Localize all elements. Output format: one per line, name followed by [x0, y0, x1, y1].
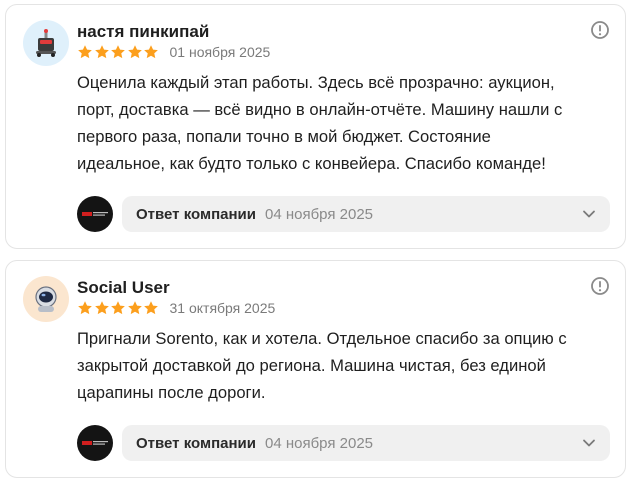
star-icon [144, 45, 158, 59]
company-answer-toggle[interactable]: Ответ компании 04 ноября 2025 [122, 196, 610, 232]
star-icon [127, 301, 142, 315]
chevron-down-icon [583, 439, 595, 447]
answer-date: 04 ноября 2025 [264, 205, 374, 223]
review-author[interactable]: настя пинкипай [77, 22, 209, 42]
star-icon [78, 45, 92, 59]
answer-date: 04 ноября 2025 [264, 434, 374, 452]
company-answer-toggle[interactable]: Ответ компании 04 ноября 2025 [122, 425, 610, 461]
report-icon[interactable] [590, 276, 610, 296]
robot-avatar-icon[interactable] [23, 20, 69, 66]
report-icon[interactable] [590, 20, 610, 40]
review-card: Social User 31 октября 2025 Пригнали Sor… [5, 260, 626, 478]
review-date: 01 ноября 2025 [169, 44, 271, 60]
company-logo-icon [77, 196, 113, 232]
review-text: Пригнали Sorento, как и хотела. Отдельно… [77, 329, 567, 402]
review-date: 31 октября 2025 [169, 300, 276, 316]
company-logo-icon [77, 425, 113, 461]
answer-label: Ответ компании [136, 205, 256, 223]
rating-row: 31 октября 2025 [77, 299, 275, 317]
star-icon [127, 45, 142, 59]
star-icon [94, 45, 109, 59]
star-icon [111, 301, 125, 315]
star-rating [77, 44, 160, 60]
review-card: настя пинкипай 01 ноября 2025 Оценила ка… [5, 4, 626, 249]
answer-label: Ответ компании [136, 434, 256, 452]
star-rating [77, 300, 160, 316]
review-author[interactable]: Social User [77, 278, 170, 298]
star-icon [94, 301, 109, 315]
star-icon [78, 301, 92, 315]
star-icon [144, 301, 158, 315]
review-text: Оценила каждый этап работы. Здесь всё пр… [77, 73, 563, 173]
rating-row: 01 ноября 2025 [77, 43, 270, 61]
astronaut-avatar-icon[interactable] [23, 276, 69, 322]
star-icon [111, 45, 125, 59]
chevron-down-icon [583, 210, 595, 218]
